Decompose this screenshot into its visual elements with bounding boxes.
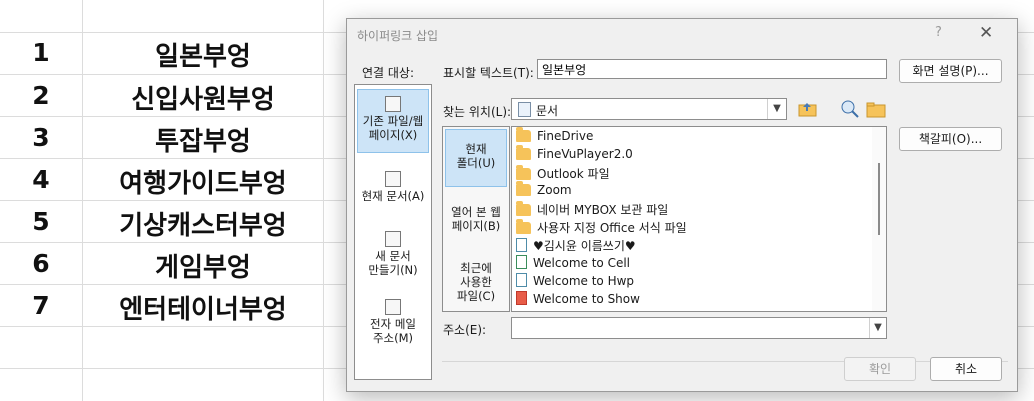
link-type-label: 주소(M) xyxy=(372,331,414,345)
document-icon xyxy=(385,171,401,187)
list-item[interactable]: FineDrive xyxy=(516,127,594,147)
link-type-label: 기존 파일/웹 xyxy=(362,114,424,128)
list-item[interactable]: Outlook 파일 xyxy=(516,165,610,183)
documents-folder-icon xyxy=(518,102,531,117)
link-type-label: 페이지(X) xyxy=(368,128,418,142)
cell-number[interactable]: 1 xyxy=(0,38,82,67)
chevron-down-icon[interactable]: ▼ xyxy=(767,99,786,119)
file-name: Zoom xyxy=(537,183,572,197)
screentip-button[interactable]: 화면 설명(P)... xyxy=(899,59,1002,83)
folder-icon xyxy=(516,127,531,142)
location-recent-files[interactable]: 최근에 사용한 파일(C) xyxy=(445,261,507,305)
display-text-label: 표시할 텍스트(T): xyxy=(443,66,534,80)
link-type-current-document[interactable]: 현재 문서(A) xyxy=(357,171,429,211)
insert-hyperlink-dialog: 하이퍼링크 삽입 ? ✕ 연결 대상: 표시할 텍스트(T): 화면 설명(P)… xyxy=(346,18,1018,392)
location-label: 폴더(U) xyxy=(456,156,496,170)
list-item[interactable]: 사용자 지정 Office 서식 파일 xyxy=(516,219,687,237)
look-in-value: 문서 xyxy=(536,104,559,118)
folder-icon xyxy=(516,219,531,234)
help-icon[interactable]: ? xyxy=(935,25,942,40)
up-folder-icon[interactable] xyxy=(797,98,819,120)
list-item[interactable]: Welcome to Cell xyxy=(516,255,630,273)
location-label: 사용한 xyxy=(460,275,492,289)
file-list: FineDrive FineVuPlayer2.0 Outlook 파일 Zoo… xyxy=(511,126,887,312)
location-label: 페이지(B) xyxy=(451,219,501,233)
file-name: 네이버 MYBOX 보관 파일 xyxy=(537,203,669,217)
cell-file-icon xyxy=(516,255,527,269)
location-label: 최근에 xyxy=(460,261,492,275)
new-document-icon xyxy=(385,231,401,247)
cancel-button[interactable]: 취소 xyxy=(930,357,1002,381)
folder-icon xyxy=(516,201,531,216)
cell-text[interactable]: 여행가이드부엉 xyxy=(83,163,323,200)
vertical-scrollbar[interactable] xyxy=(872,127,886,311)
list-item[interactable]: Zoom xyxy=(516,181,572,201)
file-name: Outlook 파일 xyxy=(537,167,610,181)
cell-text[interactable]: 게임부엉 xyxy=(83,247,323,284)
cell-number[interactable]: 5 xyxy=(0,207,82,236)
hwp-file-icon xyxy=(516,273,527,287)
cell-text[interactable]: 엔터테이너부엉 xyxy=(83,289,323,326)
cell-number[interactable]: 4 xyxy=(0,165,82,194)
cell-text[interactable]: 신입사원부엉 xyxy=(83,79,323,116)
show-file-icon xyxy=(516,291,527,305)
folder-icon xyxy=(516,181,531,196)
list-item[interactable]: FineVuPlayer2.0 xyxy=(516,145,633,165)
location-label: 열어 본 웹 xyxy=(451,205,501,219)
list-item[interactable]: Welcome to Show xyxy=(516,291,640,309)
file-name: ♥김시윤 이름쓰기♥ xyxy=(533,239,636,253)
location-current-folder[interactable]: 현재 폴더(U) xyxy=(445,129,507,187)
link-type-label: 현재 문서(A) xyxy=(361,189,425,203)
link-type-label: 새 문서 xyxy=(375,249,411,263)
location-label: 파일(C) xyxy=(456,289,496,303)
chevron-down-icon[interactable]: ▼ xyxy=(869,318,886,338)
cell-text[interactable]: 일본부엉 xyxy=(83,36,323,73)
cell-text[interactable]: 기상캐스터부엉 xyxy=(83,205,323,242)
globe-file-icon xyxy=(385,96,401,112)
address-label: 주소(E): xyxy=(443,323,487,337)
display-text-input[interactable] xyxy=(537,59,887,79)
file-name: FineDrive xyxy=(537,129,594,143)
file-name: FineVuPlayer2.0 xyxy=(537,147,633,161)
link-to-label: 연결 대상: xyxy=(362,66,415,80)
browse-web-icon[interactable] xyxy=(839,98,861,120)
look-in-combobox[interactable]: 문서 ▼ xyxy=(511,98,787,120)
bookmark-button[interactable]: 책갈피(O)... xyxy=(899,127,1002,151)
address-combobox[interactable]: ▼ xyxy=(511,317,887,339)
file-name: Welcome to Cell xyxy=(533,256,630,270)
close-icon[interactable]: ✕ xyxy=(979,23,993,43)
dialog-title: 하이퍼링크 삽입 xyxy=(357,29,439,43)
link-type-email[interactable]: 전자 메일 주소(M) xyxy=(357,299,429,349)
file-name: Welcome to Show xyxy=(533,292,640,306)
scrollbar-thumb[interactable] xyxy=(878,163,880,235)
file-name: 사용자 지정 Office 서식 파일 xyxy=(537,221,687,235)
cell-number[interactable]: 7 xyxy=(0,291,82,320)
ok-button[interactable]: 확인 xyxy=(844,357,916,381)
hwp-file-icon xyxy=(516,238,527,252)
cell-number[interactable]: 2 xyxy=(0,81,82,110)
look-in-label: 찾는 위치(L): xyxy=(443,105,512,119)
cell-number[interactable]: 3 xyxy=(0,123,82,152)
link-type-label: 전자 메일 xyxy=(370,317,416,331)
email-icon xyxy=(385,299,401,315)
location-panel: 현재 폴더(U) 열어 본 웹 페이지(B) 최근에 사용한 파일(C) xyxy=(442,126,510,312)
link-type-panel: 기존 파일/웹 페이지(X) 현재 문서(A) 새 문서 만들기(N) 전자 메… xyxy=(354,84,432,380)
folder-icon xyxy=(516,165,531,180)
list-item[interactable]: Welcome to Hwp xyxy=(516,273,634,291)
location-label: 현재 xyxy=(465,142,487,156)
cell-number[interactable]: 6 xyxy=(0,249,82,278)
folder-icon xyxy=(516,145,531,160)
divider xyxy=(442,361,1008,362)
list-item[interactable]: ♥김시윤 이름쓰기♥ xyxy=(516,237,636,255)
list-item[interactable]: 네이버 MYBOX 보관 파일 xyxy=(516,201,668,219)
location-browsed-pages[interactable]: 열어 본 웹 페이지(B) xyxy=(445,205,507,235)
link-type-existing-file[interactable]: 기존 파일/웹 페이지(X) xyxy=(357,89,429,153)
file-name: Welcome to Hwp xyxy=(533,274,635,288)
browse-file-icon[interactable] xyxy=(865,98,887,120)
link-type-label: 만들기(N) xyxy=(368,263,418,277)
cell-text[interactable]: 투잡부엉 xyxy=(83,121,323,158)
link-type-new-document[interactable]: 새 문서 만들기(N) xyxy=(357,231,429,281)
